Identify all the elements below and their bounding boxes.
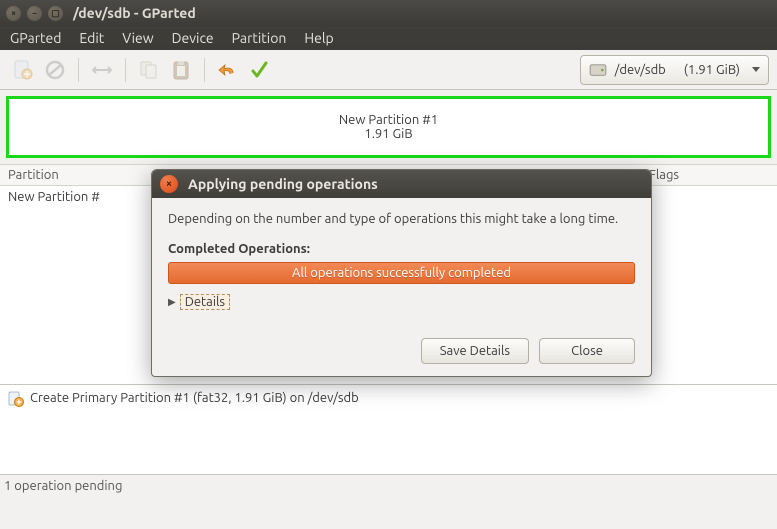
paste-button[interactable] (166, 55, 196, 85)
window-minimize-button[interactable]: − (27, 6, 42, 21)
col-partition[interactable]: Partition (8, 168, 148, 182)
partition-viz-name: New Partition #1 (339, 113, 438, 127)
triangle-right-icon: ▶ (168, 296, 176, 308)
harddisk-icon (589, 63, 607, 77)
dialog-title: Applying pending operations (188, 176, 378, 192)
add-partition-icon (8, 391, 24, 407)
window-maximize-button[interactable]: ▢ (48, 6, 63, 21)
progress-bar: All operations successfully completed (168, 262, 635, 284)
menu-edit[interactable]: Edit (79, 30, 104, 46)
operations-panel: Create Primary Partition #1 (fat32, 1.91… (0, 384, 777, 474)
save-details-button[interactable]: Save Details (421, 338, 529, 364)
menu-gparted[interactable]: GParted (10, 30, 61, 46)
toolbar-separator (204, 58, 205, 82)
apply-button[interactable] (245, 55, 275, 85)
resize-icon (91, 59, 113, 81)
device-selector[interactable]: /dev/sdb (1.91 GiB) (580, 55, 769, 85)
col-flags[interactable]: Flags (649, 168, 769, 182)
progress-text: All operations successfully completed (292, 266, 511, 280)
resize-button[interactable] (87, 55, 117, 85)
check-icon (249, 59, 271, 81)
paste-icon (170, 59, 192, 81)
toolbar-separator (125, 58, 126, 82)
chevron-down-icon (752, 67, 760, 72)
undo-icon (217, 59, 239, 81)
menu-partition[interactable]: Partition (232, 30, 287, 46)
menu-device[interactable]: Device (172, 30, 214, 46)
toolbar-separator (78, 58, 79, 82)
close-button[interactable]: Close (539, 338, 635, 364)
partition-viz-size: 1.91 GiB (364, 127, 412, 141)
new-partition-button[interactable] (8, 55, 38, 85)
dialog-message: Depending on the number and type of oper… (168, 212, 635, 226)
delete-button[interactable] (40, 55, 70, 85)
menu-help[interactable]: Help (304, 30, 333, 46)
device-name: /dev/sdb (615, 63, 666, 77)
statusbar: 1 operation pending (0, 474, 777, 496)
window-close-button[interactable]: × (6, 6, 21, 21)
device-size: (1.91 GiB) (684, 63, 740, 77)
copy-button[interactable] (134, 55, 164, 85)
no-entry-icon (44, 59, 66, 81)
status-text: 1 operation pending (4, 479, 122, 493)
menu-view[interactable]: View (122, 30, 153, 46)
window-titlebar: × − ▢ /dev/sdb - GParted (0, 0, 777, 26)
copy-icon (138, 59, 160, 81)
details-expander[interactable]: ▶ Details (168, 294, 230, 310)
dialog-close-button[interactable]: × (160, 175, 178, 193)
operation-item[interactable]: Create Primary Partition #1 (fat32, 1.91… (30, 391, 359, 405)
menubar: GParted Edit View Device Partition Help (0, 26, 777, 50)
details-label: Details (180, 294, 230, 310)
partition-visual[interactable]: New Partition #1 1.91 GiB (6, 96, 771, 158)
dialog-titlebar: × Applying pending operations (152, 170, 651, 198)
document-new-icon (12, 59, 34, 81)
completed-label: Completed Operations: (168, 242, 635, 256)
undo-button[interactable] (213, 55, 243, 85)
window-title: /dev/sdb - GParted (73, 5, 196, 21)
apply-operations-dialog: × Applying pending operations Depending … (151, 169, 652, 377)
toolbar: /dev/sdb (1.91 GiB) (0, 50, 777, 90)
